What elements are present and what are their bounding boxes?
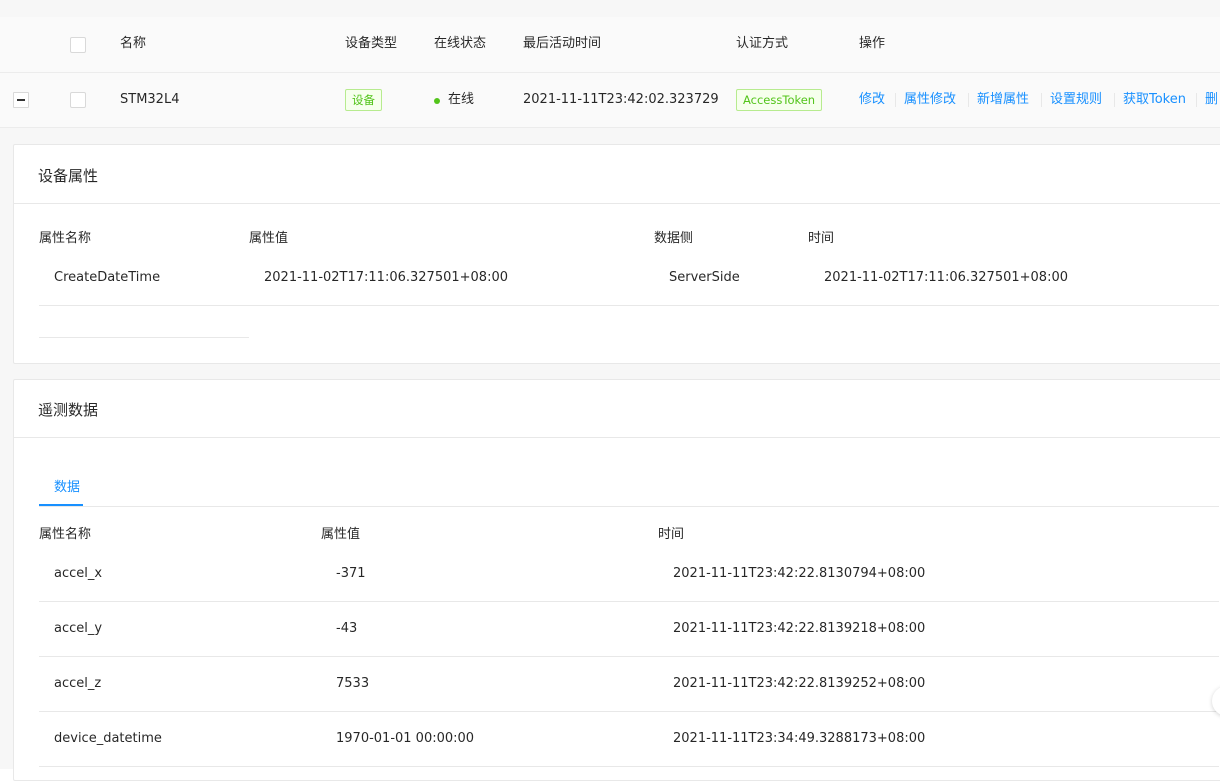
card-title: 遥测数据	[38, 401, 99, 419]
attribute-scope: ServerSide	[669, 270, 740, 285]
auth-method-tag: AccessToken	[736, 89, 823, 111]
column-header-device-type: 设备类型	[345, 36, 398, 51]
table-row: STM32L4 设备 在线 2021-11-11T23:42:02.323729…	[0, 73, 1220, 128]
tab-data[interactable]: 数据	[54, 476, 80, 495]
action-divider	[1041, 93, 1042, 107]
device-table: 名称 设备类型 在线状态 最后活动时间 认证方式 操作 STM32L4 设备 在…	[0, 0, 1220, 781]
column-header-attr-value: 属性值	[321, 527, 361, 542]
row-divider	[39, 766, 1219, 767]
column-header-attr-name: 属性名称	[39, 527, 92, 542]
online-status: 在线	[448, 92, 475, 107]
column-header-time: 时间	[658, 527, 685, 542]
telemetry-value: -371	[336, 566, 366, 581]
telemetry-time: 2021-11-11T23:42:22.8139252+08:00	[673, 676, 926, 691]
telemetry-time: 2021-11-11T23:34:49.3288173+08:00	[673, 731, 926, 746]
row-divider	[39, 305, 1219, 306]
action-divider	[1196, 93, 1197, 107]
attribute-name: CreateDateTime	[54, 270, 161, 285]
column-header-actions: 操作	[859, 36, 886, 51]
edit-attributes-link[interactable]: 属性修改	[904, 91, 956, 109]
tab-bar-divider	[39, 506, 1219, 507]
action-divider	[895, 93, 896, 107]
table-header-row: 名称 设备类型 在线状态 最后活动时间 认证方式 操作	[0, 17, 1220, 73]
minus-square-icon[interactable]	[13, 92, 29, 108]
telemetry-value: -43	[336, 621, 358, 636]
attribute-time: 2021-11-02T17:11:06.327501+08:00	[824, 270, 1068, 285]
column-header-online-status: 在线状态	[434, 36, 487, 51]
telemetry-time: 2021-11-11T23:42:22.8139218+08:00	[673, 621, 926, 636]
telemetry-card: 遥测数据 数据 属性名称 属性值 时间 accel_x -371 2021-11…	[13, 379, 1220, 781]
row-checkbox[interactable]	[70, 92, 86, 108]
card-divider	[14, 437, 1220, 438]
device-attributes-card: 设备属性 属性名称 属性值 数据侧 时间 CreateDateTime 2021…	[13, 144, 1220, 364]
card-title: 设备属性	[38, 167, 99, 185]
set-rules-link[interactable]: 设置规则	[1050, 91, 1102, 109]
device-type-tag: 设备	[345, 89, 382, 111]
column-header-data-scope: 数据侧	[654, 231, 694, 246]
column-header-auth: 认证方式	[736, 36, 789, 51]
status-dot-icon	[434, 98, 440, 104]
get-token-link[interactable]: 获取Token	[1123, 91, 1186, 109]
row-divider	[39, 711, 1219, 712]
column-header-attr-name: 属性名称	[39, 231, 92, 246]
column-header-time: 时间	[808, 231, 835, 246]
telemetry-time: 2021-11-11T23:42:22.8130794+08:00	[673, 566, 926, 581]
edit-link[interactable]: 修改	[859, 91, 885, 109]
delete-link[interactable]: 删	[1205, 91, 1218, 109]
telemetry-name: accel_y	[54, 621, 103, 636]
column-header-name: 名称	[120, 36, 147, 51]
action-divider	[1114, 93, 1115, 107]
last-active-time: 2021-11-11T23:42:02.323729	[523, 92, 719, 107]
card-divider	[14, 203, 1220, 204]
row-divider	[39, 656, 1219, 657]
telemetry-value: 1970-01-01 00:00:00	[336, 731, 475, 746]
telemetry-name: accel_z	[54, 676, 102, 691]
attribute-value: 2021-11-02T17:11:06.327501+08:00	[264, 270, 508, 285]
action-divider	[968, 93, 969, 107]
select-all-checkbox[interactable]	[70, 37, 86, 53]
column-header-attr-value: 属性值	[249, 231, 289, 246]
column-header-last-active: 最后活动时间	[523, 36, 602, 51]
telemetry-value: 7533	[336, 676, 370, 691]
telemetry-name: accel_x	[54, 566, 103, 581]
add-attribute-link[interactable]: 新增属性	[977, 91, 1029, 109]
row-divider	[39, 337, 249, 338]
device-name: STM32L4	[120, 92, 180, 107]
telemetry-name: device_datetime	[54, 731, 162, 746]
row-divider	[39, 601, 1219, 602]
